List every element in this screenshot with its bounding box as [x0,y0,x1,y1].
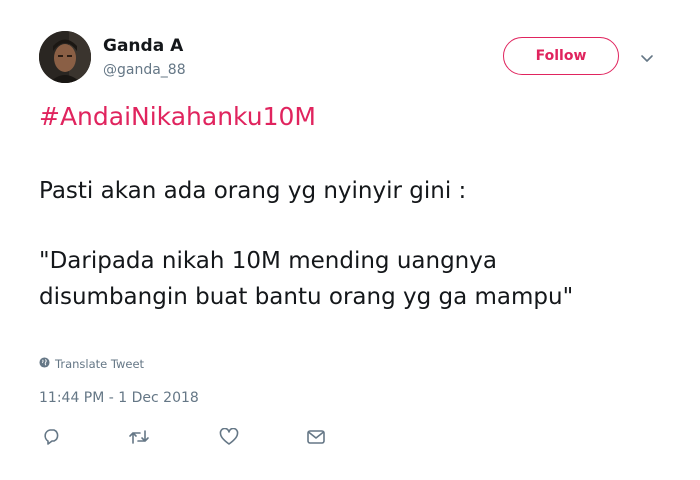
translate-tweet-label: Translate Tweet [55,357,145,371]
tweet-text-quote: "Daripada nikah 10M mending uangnya disu… [39,248,574,310]
reply-icon[interactable] [42,428,62,446]
like-icon[interactable] [219,428,239,446]
tweet-timestamp[interactable]: 11:44 PM - 1 Dec 2018 [39,390,199,406]
follow-button[interactable]: Follow [503,37,619,75]
translate-tweet-link[interactable]: Translate Tweet [39,357,144,371]
retweet-icon[interactable] [128,428,150,446]
globe-icon [39,357,50,371]
avatar[interactable] [39,31,91,83]
user-handle[interactable]: @ganda_88 [103,62,186,78]
user-display-name[interactable]: Ganda A [103,36,183,56]
chevron-down-icon[interactable] [639,50,655,62]
tweet-text-line: Pasti akan ada orang yg nyinyir gini : [39,178,467,204]
hashtag-link[interactable]: #AndaiNikahanku10M [39,102,316,131]
direct-message-icon[interactable] [306,428,326,446]
